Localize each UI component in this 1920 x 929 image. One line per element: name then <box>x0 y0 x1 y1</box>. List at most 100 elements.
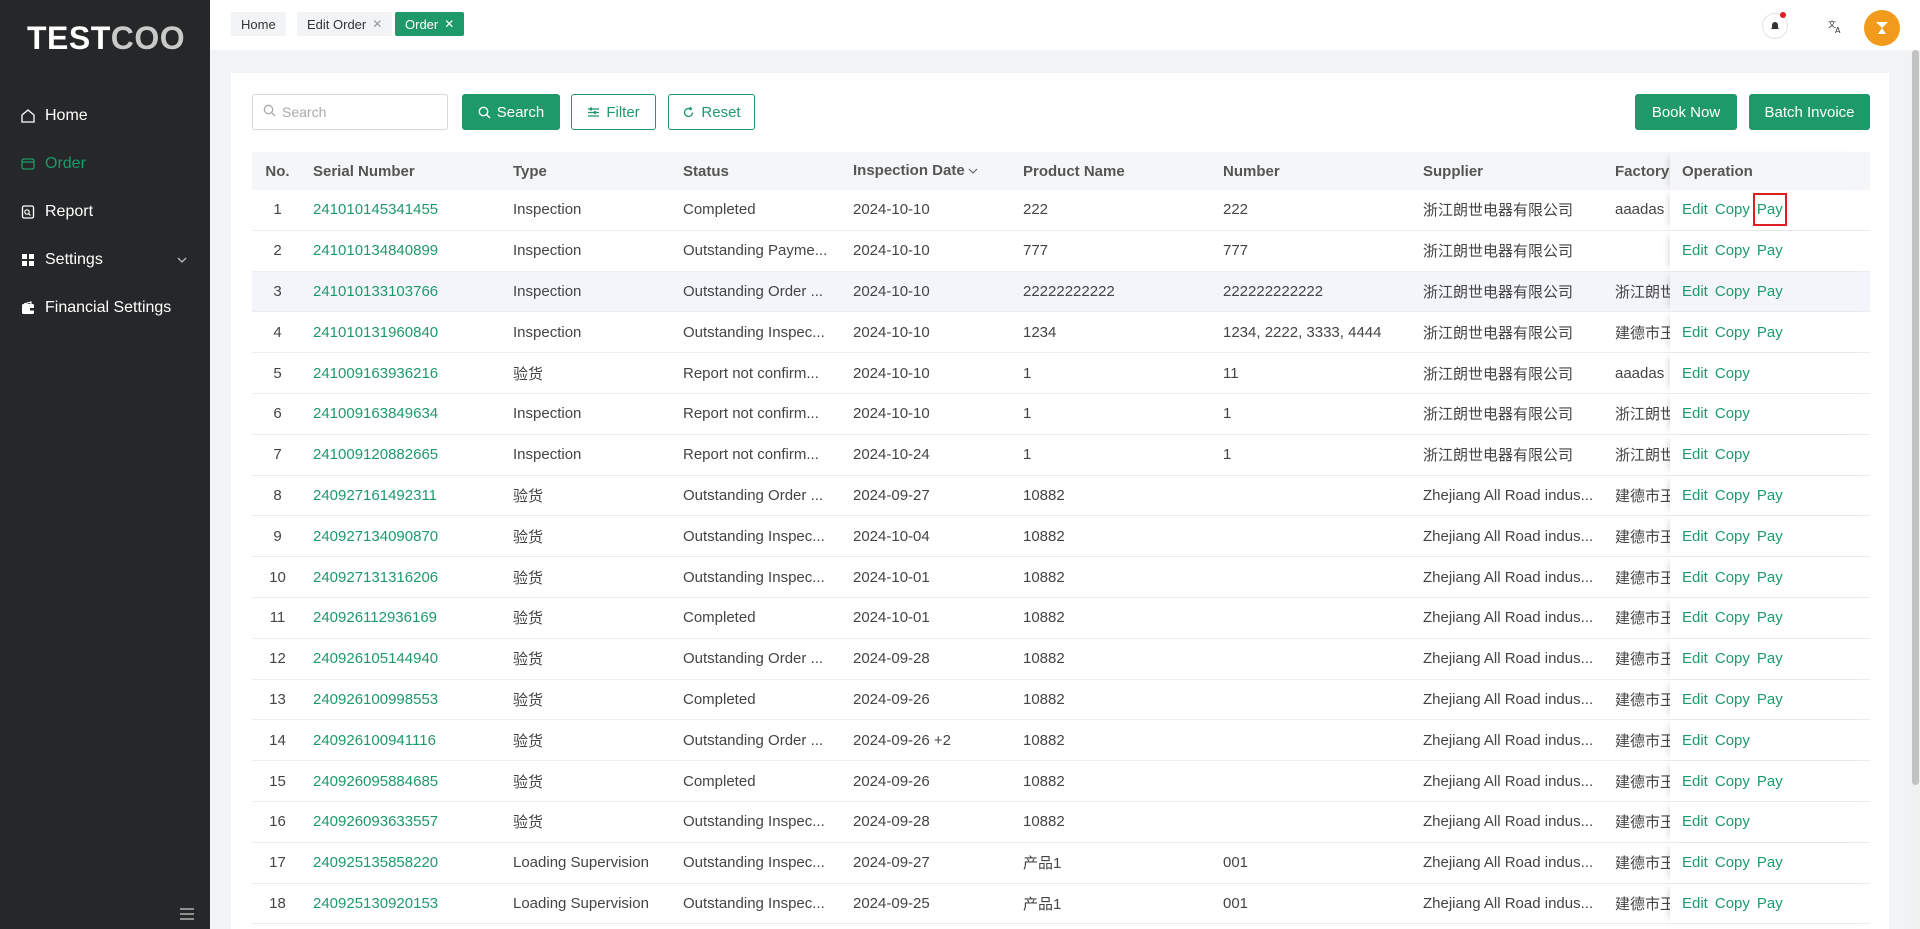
cell-serial-number[interactable]: 240927161492311 <box>303 487 503 504</box>
copy-link[interactable]: Copy <box>1715 405 1750 422</box>
cell-serial-number[interactable]: 241010134840899 <box>303 242 503 259</box>
copy-link[interactable]: Copy <box>1715 487 1750 504</box>
cell-serial-number[interactable]: 240926093633557 <box>303 813 503 830</box>
cell-serial-number[interactable]: 240925135858220 <box>303 854 503 871</box>
table-row[interactable]: 9 240927134090870 验货 Outstanding Inspec... 2… <box>252 516 1870 558</box>
search-input[interactable] <box>282 104 442 120</box>
sidebar-item-report[interactable]: Report <box>0 188 210 236</box>
book-now-button[interactable]: Book Now <box>1635 94 1737 130</box>
sidebar-item-financial-settings[interactable]: Financial Settings <box>0 284 210 332</box>
cell-serial-number[interactable]: 240927134090870 <box>303 528 503 545</box>
edit-link[interactable]: Edit <box>1682 609 1708 626</box>
pay-link[interactable]: Pay <box>1757 609 1783 626</box>
edit-link[interactable]: Edit <box>1682 446 1708 463</box>
pay-link[interactable]: Pay <box>1757 242 1783 259</box>
search-input-wrapper[interactable] <box>252 94 448 130</box>
avatar[interactable] <box>1864 10 1900 46</box>
sort-down-icon[interactable] <box>968 163 978 180</box>
col-header-supplier[interactable]: Supplier <box>1413 163 1613 180</box>
edit-link[interactable]: Edit <box>1682 283 1708 300</box>
col-header-number[interactable]: Number <box>1213 163 1413 180</box>
cell-serial-number[interactable]: 240926100941116 <box>303 732 503 749</box>
edit-link[interactable]: Edit <box>1682 242 1708 259</box>
pay-link[interactable]: Pay <box>1757 691 1783 708</box>
table-row[interactable]: 5 241009163936216 验货 Report not confirm... 2… <box>252 353 1870 394</box>
pay-link[interactable]: Pay <box>1757 650 1783 667</box>
sidebar-item-settings[interactable]: Settings <box>0 236 210 284</box>
copy-link[interactable]: Copy <box>1715 650 1750 667</box>
edit-link[interactable]: Edit <box>1682 691 1708 708</box>
copy-link[interactable]: Copy <box>1715 446 1750 463</box>
cell-serial-number[interactable]: 241009120882665 <box>303 446 503 463</box>
table-row[interactable]: 4 241010131960840 Inspection Outstanding In… <box>252 312 1870 354</box>
page-scrollbar[interactable] <box>1911 50 1920 929</box>
col-header-status[interactable]: Status <box>673 163 843 180</box>
table-row[interactable]: 12 240926105144940 验货 Outstanding Order ...… <box>252 638 1870 680</box>
search-button[interactable]: Search <box>462 94 560 130</box>
pay-link[interactable]: Pay <box>1757 895 1783 912</box>
table-row[interactable]: 3 241010133103766 Inspection Outstanding Or… <box>252 271 1870 313</box>
copy-link[interactable]: Copy <box>1715 324 1750 341</box>
menu-collapse-icon[interactable] <box>178 905 196 923</box>
scrollbar-thumb[interactable] <box>1912 50 1919 785</box>
edit-link[interactable]: Edit <box>1682 405 1708 422</box>
copy-link[interactable]: Copy <box>1715 528 1750 545</box>
cell-serial-number[interactable]: 240926100998553 <box>303 691 503 708</box>
pay-link[interactable]: Pay <box>1757 283 1783 300</box>
table-row[interactable]: 16 240926093633557 验货 Outstanding Inspec...… <box>252 801 1870 843</box>
table-row[interactable]: 17 240925135858220 Loading Supervision Outs… <box>252 842 1870 884</box>
app-logo[interactable]: TEST COO <box>0 0 210 76</box>
copy-link[interactable]: Copy <box>1715 242 1750 259</box>
cell-serial-number[interactable]: 241010145341455 <box>303 201 503 218</box>
edit-link[interactable]: Edit <box>1682 487 1708 504</box>
cell-serial-number[interactable]: 240927131316206 <box>303 569 503 586</box>
col-header-inspection-date[interactable]: Inspection Date <box>843 162 1013 180</box>
copy-link[interactable]: Copy <box>1715 201 1750 218</box>
cell-serial-number[interactable]: 241010131960840 <box>303 324 503 341</box>
sidebar-item-home[interactable]: Home <box>0 92 210 140</box>
tab-order[interactable]: Order ✕ <box>395 12 465 36</box>
sidebar-item-order[interactable]: Order <box>0 140 210 188</box>
copy-link[interactable]: Copy <box>1715 283 1750 300</box>
batch-invoice-button[interactable]: Batch Invoice <box>1749 94 1870 130</box>
pay-link[interactable]: Pay <box>1757 324 1783 341</box>
notification-bell-icon[interactable] <box>1762 12 1788 39</box>
col-header-product-name[interactable]: Product Name <box>1013 163 1213 180</box>
pay-link[interactable]: Pay <box>1757 528 1783 545</box>
pay-link[interactable]: Pay <box>1757 487 1783 504</box>
copy-link[interactable]: Copy <box>1715 813 1750 830</box>
copy-link[interactable]: Copy <box>1715 773 1750 790</box>
table-row[interactable]: 1 241010145341455 Inspection Completed 2024-… <box>252 190 1870 231</box>
table-row[interactable]: 15 240926095884685 验货 Completed 2024-09-26 10… <box>252 761 1870 802</box>
pay-link[interactable]: Pay <box>1757 773 1783 790</box>
col-header-type[interactable]: Type <box>503 163 673 180</box>
table-row[interactable]: 6 241009163849634 Inspection Report not con… <box>252 393 1870 435</box>
cell-serial-number[interactable]: 240926112936169 <box>303 609 503 626</box>
close-icon[interactable]: ✕ <box>372 17 382 31</box>
tab-home[interactable]: Home <box>231 12 286 36</box>
pay-link[interactable]: Pay <box>1752 193 1787 227</box>
cell-serial-number[interactable]: 240926105144940 <box>303 650 503 667</box>
tab-edit-order[interactable]: Edit Order ✕ <box>297 12 393 36</box>
edit-link[interactable]: Edit <box>1682 895 1708 912</box>
table-row[interactable]: 13 240926100998553 验货 Completed 2024-09-26 10… <box>252 679 1870 721</box>
close-icon[interactable]: ✕ <box>444 17 454 31</box>
copy-link[interactable]: Copy <box>1715 895 1750 912</box>
table-row[interactable]: 14 240926100941116 验货 Outstanding Order ...… <box>252 720 1870 762</box>
copy-link[interactable]: Copy <box>1715 609 1750 626</box>
cell-serial-number[interactable]: 241009163849634 <box>303 405 503 422</box>
edit-link[interactable]: Edit <box>1682 854 1708 871</box>
col-header-factory[interactable]: Factory <box>1613 163 1670 180</box>
edit-link[interactable]: Edit <box>1682 569 1708 586</box>
edit-link[interactable]: Edit <box>1682 528 1708 545</box>
translate-icon[interactable]: 文A <box>1822 13 1848 39</box>
table-row[interactable]: 10 240927131316206 验货 Outstanding Inspec...… <box>252 557 1870 598</box>
copy-link[interactable]: Copy <box>1715 854 1750 871</box>
table-row[interactable]: 18 240925130920153 Loading Supervision Outs… <box>252 883 1870 925</box>
copy-link[interactable]: Copy <box>1715 365 1750 382</box>
reset-button[interactable]: Reset <box>668 94 755 130</box>
cell-serial-number[interactable]: 240925130920153 <box>303 895 503 912</box>
cell-serial-number[interactable]: 241009163936216 <box>303 365 503 382</box>
copy-link[interactable]: Copy <box>1715 569 1750 586</box>
table-row[interactable]: 11 240926112936169 验货 Completed 2024-10-01 10… <box>252 597 1870 639</box>
